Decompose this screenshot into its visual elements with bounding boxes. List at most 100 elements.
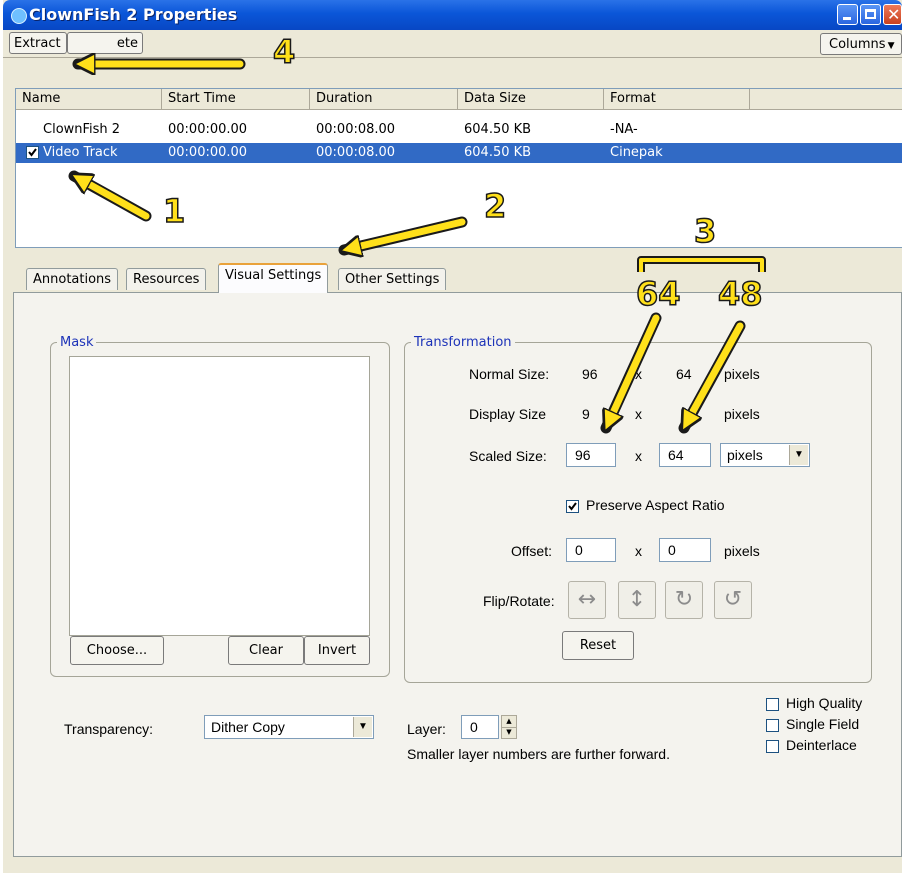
layer-label: Layer: <box>407 721 446 737</box>
normal-size-unit: pixels <box>724 366 760 382</box>
invert-button[interactable]: Invert <box>304 636 370 665</box>
flip-horizontal-button[interactable]: ↔ <box>568 581 606 619</box>
annotation-number-2: 2 <box>483 187 507 225</box>
track-format: Cinepak <box>610 145 663 160</box>
maximize-button[interactable] <box>860 4 881 25</box>
flip-rotate-label: Flip/Rotate: <box>483 593 555 609</box>
track-data-size: 604.50 KB <box>464 145 532 160</box>
columns-label: Columns <box>829 37 886 52</box>
column-header-format[interactable]: Format <box>604 89 750 109</box>
annotation-value-64: 64 <box>635 275 681 313</box>
display-size-label: Display Size <box>469 406 547 422</box>
tab-other-settings[interactable]: Other Settings <box>338 268 447 290</box>
mask-preview[interactable] <box>69 356 370 636</box>
display-size-x: x <box>635 406 642 422</box>
offset-y-input[interactable]: 0 <box>659 538 711 562</box>
title-bar[interactable]: ClownFish 2 Properties ✕ <box>3 0 902 30</box>
chevron-down-icon: ▼ <box>887 41 895 51</box>
flip-vertical-icon: ↕ <box>627 587 647 612</box>
tab-resources[interactable]: Resources <box>126 268 207 290</box>
scaled-height-input[interactable]: 64 <box>659 443 711 467</box>
column-header-start-time[interactable]: Start Time <box>162 89 310 109</box>
columns-button[interactable]: Columns ▼ <box>820 33 902 55</box>
track-start-time: 00:00:00.00 <box>168 145 248 160</box>
offset-label: Offset: <box>511 543 552 559</box>
display-size-unit: pixels <box>724 406 760 422</box>
track-enabled-checkbox[interactable] <box>26 146 39 159</box>
transformation-legend: Transformation <box>414 335 512 350</box>
mask-legend: Mask <box>60 335 94 350</box>
normal-size-width: 96 <box>582 366 598 382</box>
flip-horizontal-icon: ↔ <box>577 587 597 612</box>
high-quality-label: High Quality <box>786 695 863 711</box>
track-name: ClownFish 2 <box>43 122 121 137</box>
tab-annotations[interactable]: Annotations <box>26 268 119 290</box>
quicktime-icon <box>11 8 27 24</box>
track-start-time: 00:00:00.00 <box>168 122 248 137</box>
reset-button[interactable]: Reset <box>562 631 634 660</box>
scaled-size-x: x <box>635 448 642 464</box>
track-list-header: Name Start Time Duration Data Size Forma… <box>16 89 902 110</box>
scaled-width-input[interactable]: 96 <box>566 443 616 467</box>
annotation-number-3: 3 <box>693 212 717 250</box>
transparency-value: Dither Copy <box>211 719 285 735</box>
visual-settings-panel: Mask Choose... Clear Invert Transformati… <box>13 292 902 857</box>
track-duration: 00:00:08.00 <box>316 145 396 160</box>
close-button[interactable]: ✕ <box>883 4 902 25</box>
normal-size-x: x <box>635 366 642 382</box>
track-duration: 00:00:08.00 <box>316 122 396 137</box>
clear-button[interactable]: Clear <box>228 636 304 665</box>
scaled-unit-value: pixels <box>727 447 763 463</box>
chevron-down-icon: ▼ <box>789 445 808 465</box>
single-field-checkbox[interactable] <box>766 719 779 732</box>
transparency-select[interactable]: Dither Copy ▼ <box>204 715 374 739</box>
window-title: ClownFish 2 Properties <box>29 5 238 24</box>
offset-x-input[interactable]: 0 <box>566 538 616 562</box>
deinterlace-checkbox[interactable] <box>766 740 779 753</box>
extract-button[interactable]: Extract <box>9 32 67 54</box>
column-header-duration[interactable]: Duration <box>310 89 458 109</box>
tab-area: Annotations Resources Visual Settings Ot… <box>13 258 902 873</box>
chevron-down-icon[interactable]: ▼ <box>502 727 516 738</box>
choose-button[interactable]: Choose... <box>70 636 164 665</box>
layer-stepper[interactable]: ▲ ▼ <box>501 715 517 739</box>
offset-unit: pixels <box>724 543 760 559</box>
rotate-counterclockwise-button[interactable]: ↺ <box>714 581 752 619</box>
normal-size-label: Normal Size: <box>469 366 550 382</box>
track-format: -NA- <box>610 122 638 137</box>
close-icon: ✕ <box>887 5 901 24</box>
rotate-clockwise-button[interactable]: ↻ <box>665 581 703 619</box>
single-field-label: Single Field <box>786 716 860 732</box>
scaled-size-label: Scaled Size: <box>469 448 547 464</box>
layer-input[interactable]: 0 <box>461 715 499 739</box>
flip-vertical-button[interactable]: ↕ <box>618 581 656 619</box>
table-row[interactable]: ClownFish 2 00:00:00.00 00:00:08.00 604.… <box>16 120 902 140</box>
normal-size-height: 64 <box>676 366 692 382</box>
track-list[interactable]: Name Start Time Duration Data Size Forma… <box>15 88 902 248</box>
toolbar: Extract ete Columns ▼ <box>3 30 902 58</box>
column-header-data-size[interactable]: Data Size <box>458 89 604 109</box>
annotation-value-48: 48 <box>717 275 763 313</box>
layer-note: Smaller layer numbers are further forwar… <box>407 746 670 762</box>
transparency-label: Transparency: <box>64 721 153 737</box>
high-quality-checkbox[interactable] <box>766 698 779 711</box>
offset-x: x <box>635 543 642 559</box>
table-row[interactable]: Video Track 00:00:00.00 00:00:08.00 604.… <box>16 143 902 163</box>
track-name: Video Track <box>43 145 118 160</box>
column-header-name[interactable]: Name <box>16 89 162 109</box>
checkmark-icon <box>28 148 37 157</box>
delete-button[interactable]: ete <box>67 32 143 54</box>
tab-visual-settings[interactable]: Visual Settings <box>218 263 329 293</box>
deinterlace-label: Deinterlace <box>786 737 857 753</box>
maximize-icon <box>865 9 876 19</box>
scaled-unit-select[interactable]: pixels ▼ <box>720 443 810 467</box>
checkmark-icon <box>568 502 577 511</box>
annotation-number-4: 4 <box>272 33 296 71</box>
minimize-button[interactable] <box>837 4 858 25</box>
rotate-counterclockwise-icon: ↺ <box>723 587 743 612</box>
display-size-width: 9 <box>582 406 590 422</box>
chevron-down-icon: ▼ <box>353 717 372 737</box>
preserve-aspect-checkbox[interactable] <box>566 500 579 513</box>
rotate-clockwise-icon: ↻ <box>674 587 694 612</box>
annotation-number-1: 1 <box>162 192 186 230</box>
